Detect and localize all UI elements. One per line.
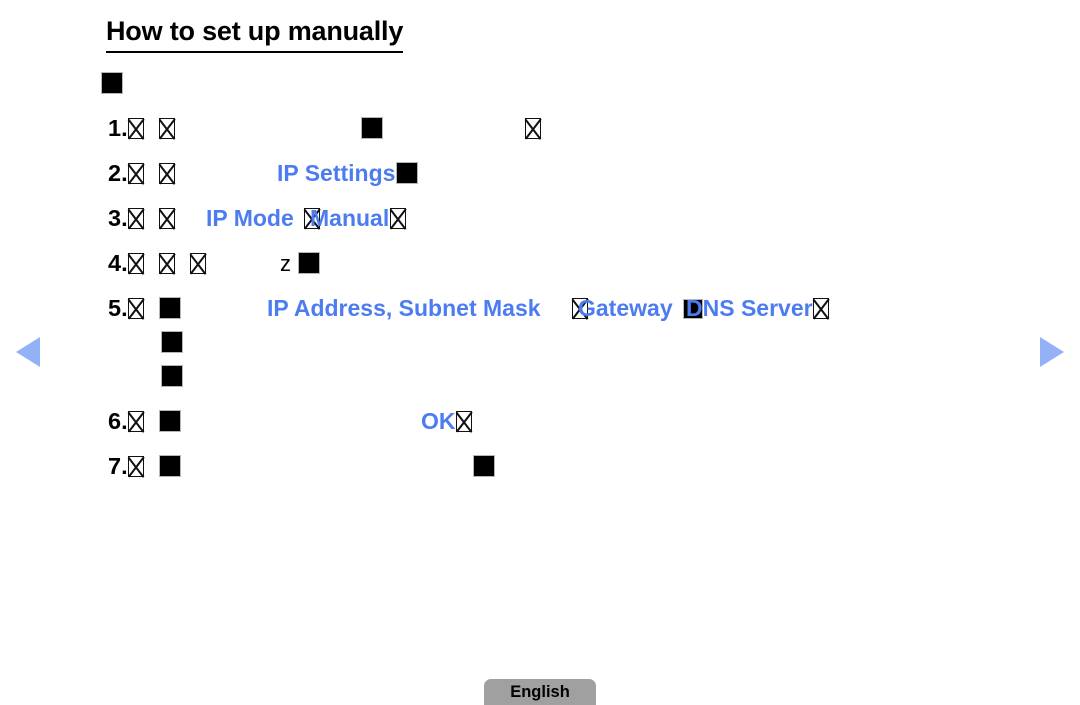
step-number: 4. (108, 250, 128, 276)
step-row-3: 3. (108, 205, 176, 231)
missing-glyph-solid-box-icon (160, 331, 183, 353)
step-row-7-glyph-end (472, 455, 495, 478)
missing-glyph-x-icon (159, 208, 176, 229)
menu-item-ok: OK (421, 408, 456, 434)
menu-item-ip-mode: IP Mode (206, 205, 294, 231)
missing-glyph-solid-box-icon (472, 455, 495, 477)
step-row-1-glyph-end (524, 117, 541, 140)
missing-glyph-solid-box-icon (360, 117, 383, 139)
missing-glyph-x-icon (128, 208, 145, 229)
step-row-1: 1. (108, 115, 176, 141)
step-row-7: 7. (108, 453, 182, 479)
step-row-2-highlight: IP Settings (277, 162, 418, 185)
sub-bullet-row-1 (160, 331, 183, 354)
missing-glyph-solid-box-icon (297, 252, 320, 274)
step-row-2: 2. (108, 160, 176, 186)
missing-glyph-x-icon (813, 298, 830, 319)
step-row-6: 6. (108, 408, 182, 434)
step-row-4: 4. (108, 250, 207, 276)
step-row-5-highlight2: Gateway (578, 297, 673, 320)
missing-glyph-x-icon (128, 298, 145, 319)
missing-glyph-x-icon (389, 208, 406, 229)
missing-glyph-solid-box-icon (159, 297, 182, 319)
step-row-4-tail: z (280, 252, 320, 275)
menu-item-ip-address-subnet-mask: IP Address, Subnet Mask (267, 295, 541, 321)
previous-page-arrow-icon[interactable] (16, 337, 40, 367)
missing-glyph-solid-box-icon (100, 72, 123, 94)
step-number: 3. (108, 205, 128, 231)
missing-glyph-x-icon (128, 456, 145, 477)
missing-glyph-x-icon (524, 118, 541, 139)
step-number: 6. (108, 408, 128, 434)
step-number: 7. (108, 453, 128, 479)
menu-item-manual: Manual (310, 205, 390, 231)
missing-glyph-x-icon (128, 253, 145, 274)
page-title: How to set up manually (106, 16, 403, 54)
z-arrow-glyph: z (280, 251, 291, 276)
missing-glyph-solid-box-icon (159, 410, 182, 432)
step-row-5: 5. (108, 295, 182, 321)
menu-item-gateway: Gateway (578, 295, 673, 321)
step-row-3-highlight2: Manual (310, 207, 406, 230)
menu-item-dns-server: DNS Server (686, 295, 813, 321)
next-page-arrow-icon[interactable] (1040, 337, 1064, 367)
step-number: 1. (108, 115, 128, 141)
missing-glyph-x-icon (128, 411, 145, 432)
missing-glyph-x-icon (159, 253, 176, 274)
intro-bullet-row (100, 72, 123, 95)
step-row-5-highlight: IP Address, Subnet Mask (267, 297, 541, 320)
step-row-5-highlight3: DNS Server (686, 297, 830, 320)
missing-glyph-solid-box-icon (160, 365, 183, 387)
step-row-1-glyph-mid (360, 117, 383, 140)
missing-glyph-x-icon (128, 118, 145, 139)
step-number: 5. (108, 295, 128, 321)
missing-glyph-x-icon (190, 253, 207, 274)
step-row-3-highlight: IP Mode (206, 207, 294, 230)
step-row-6-highlight: OK (421, 410, 473, 433)
missing-glyph-x-icon (456, 411, 472, 432)
missing-glyph-x-icon (159, 163, 176, 184)
sub-bullet-row-2 (160, 365, 183, 388)
missing-glyph-solid-box-icon (159, 455, 182, 477)
missing-glyph-solid-box-icon (395, 162, 418, 184)
step-number: 2. (108, 160, 128, 186)
menu-item-ip-settings: IP Settings (277, 160, 396, 186)
missing-glyph-x-icon (128, 163, 145, 184)
missing-glyph-x-icon (159, 118, 176, 139)
language-button[interactable]: English (484, 679, 596, 705)
